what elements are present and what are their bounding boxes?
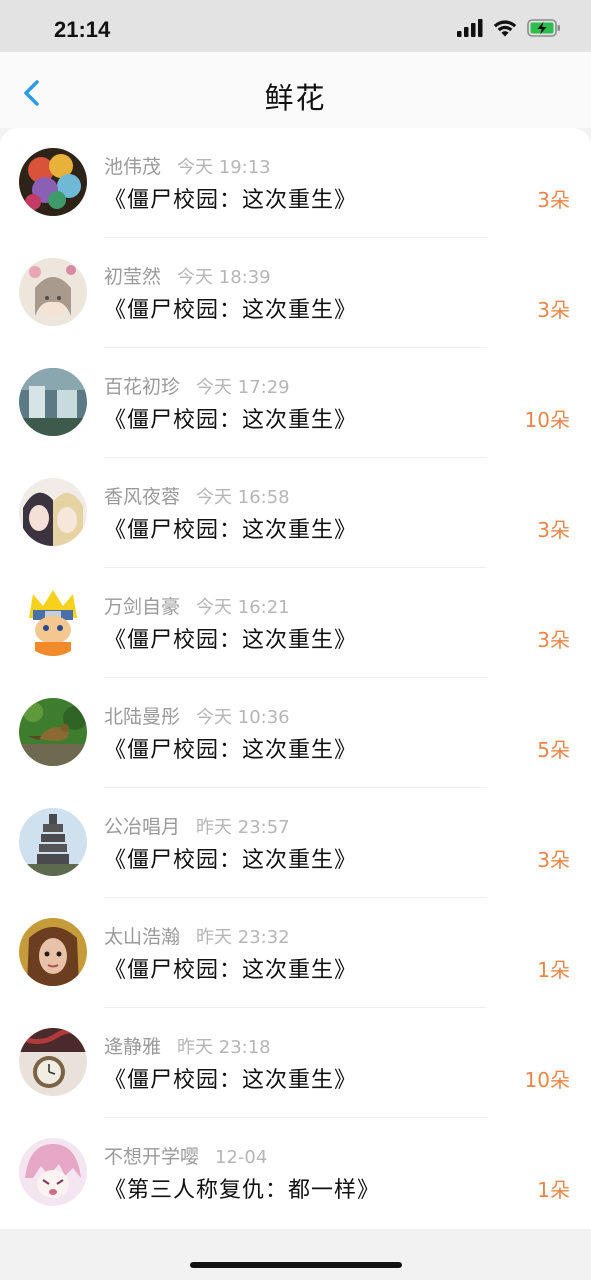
balloons-avatar[interactable] (19, 148, 87, 216)
list-item[interactable]: 不想开学嘤 12-04 《第三人称复仇：都一样》 1朵 (0, 1118, 591, 1228)
flower-count: 3朵 (537, 848, 570, 872)
list-item[interactable]: 逄静雅 昨天 23:18 《僵尸校园：这次重生》 10朵 (0, 1008, 591, 1118)
home-indicator[interactable] (190, 1262, 402, 1268)
list-item[interactable]: 太山浩瀚 昨天 23:32 《僵尸校园：这次重生》 1朵 (0, 898, 591, 1008)
pagoda-avatar[interactable] (19, 808, 87, 876)
waterfall-avatar[interactable] (19, 368, 87, 436)
ninja-cartoon-avatar[interactable] (19, 588, 87, 656)
user-name: 公冶唱月 (104, 816, 181, 838)
row-meta: 不想开学嘤 12-04 (104, 1142, 267, 1169)
timestamp: 今天 17:29 (196, 377, 290, 398)
book-title: 《僵尸校园：这次重生》 (104, 188, 358, 213)
pocket-watch-avatar[interactable] (19, 1028, 87, 1096)
book-title: 《僵尸校园：这次重生》 (104, 298, 358, 323)
crying-anime-avatar[interactable] (19, 1138, 87, 1206)
flower-count: 3朵 (537, 628, 570, 652)
row-meta: 池伟茂 今天 19:13 (104, 152, 271, 179)
book-title: 《僵尸校园：这次重生》 (104, 408, 358, 433)
user-name: 不想开学嘤 (104, 1146, 200, 1168)
timestamp: 今天 10:36 (196, 707, 290, 728)
status-time: 21:14 (54, 17, 111, 42)
row-meta: 太山浩瀚 昨天 23:32 (104, 922, 290, 949)
user-name: 逄静雅 (104, 1036, 162, 1058)
user-name: 初莹然 (104, 266, 162, 288)
status-bar: 21:14 (0, 0, 591, 52)
row-meta: 初莹然 今天 18:39 (104, 262, 271, 289)
row-meta: 逄静雅 昨天 23:18 (104, 1032, 271, 1059)
user-name: 万剑自豪 (104, 596, 181, 618)
list-item[interactable]: 香风夜蓉 今天 16:58 《僵尸校园：这次重生》 3朵 (0, 458, 591, 568)
user-name: 池伟茂 (104, 156, 162, 178)
flower-count: 5朵 (537, 738, 570, 762)
flower-count: 3朵 (537, 518, 570, 542)
flower-count: 10朵 (524, 1068, 570, 1092)
book-title: 《僵尸校园：这次重生》 (104, 518, 358, 543)
book-title: 《僵尸校园：这次重生》 (104, 848, 358, 873)
list-item[interactable]: 北陆曼彤 今天 10:36 《僵尸校园：这次重生》 5朵 (0, 678, 591, 788)
user-name: 百花初珍 (104, 376, 181, 398)
list-item[interactable]: 池伟茂 今天 19:13 《僵尸校园：这次重生》 3朵 (0, 128, 591, 238)
girl-photo-avatar[interactable] (19, 918, 87, 986)
flower-count: 10朵 (524, 408, 570, 432)
row-meta: 北陆曼彤 今天 10:36 (104, 702, 290, 729)
flower-count: 3朵 (537, 188, 570, 212)
timestamp: 今天 16:21 (196, 597, 290, 618)
book-title: 《僵尸校园：这次重生》 (104, 628, 358, 653)
flower-count: 1朵 (537, 1178, 570, 1202)
book-title: 《僵尸校园：这次重生》 (104, 738, 358, 763)
page-title: 鲜花 (264, 81, 327, 115)
timestamp: 今天 18:39 (177, 267, 271, 288)
row-meta: 公冶唱月 昨天 23:57 (104, 812, 290, 839)
timestamp: 12-04 (215, 1147, 268, 1168)
wifi-icon (493, 19, 517, 41)
list-item[interactable]: 百花初珍 今天 17:29 《僵尸校园：这次重生》 10朵 (0, 348, 591, 458)
row-meta: 万剑自豪 今天 16:21 (104, 592, 290, 619)
user-name: 北陆曼彤 (104, 706, 181, 728)
flower-list: 池伟茂 今天 19:13 《僵尸校园：这次重生》 3朵 初莹然 今天 18:39 《… (0, 128, 591, 1229)
user-name: 太山浩瀚 (104, 926, 181, 948)
row-meta: 香风夜蓉 今天 16:58 (104, 482, 290, 509)
anime-couple-avatar[interactable] (19, 478, 87, 546)
row-meta: 百花初珍 今天 17:29 (104, 372, 290, 399)
list-item[interactable]: 初莹然 今天 18:39 《僵尸校园：这次重生》 3朵 (0, 238, 591, 348)
timestamp: 今天 19:13 (177, 157, 271, 178)
bird-avatar[interactable] (19, 698, 87, 766)
timestamp: 昨天 23:32 (196, 927, 290, 948)
list-item[interactable]: 万剑自豪 今天 16:21 《僵尸校园：这次重生》 3朵 (0, 568, 591, 678)
book-title: 《僵尸校园：这次重生》 (104, 1068, 358, 1093)
status-icons (457, 18, 561, 42)
user-name: 香风夜蓉 (104, 486, 181, 508)
nav-header: 鲜花 (0, 52, 591, 128)
timestamp: 昨天 23:18 (177, 1037, 271, 1058)
list-item[interactable]: 公冶唱月 昨天 23:57 《僵尸校园：这次重生》 3朵 (0, 788, 591, 898)
timestamp: 昨天 23:57 (196, 817, 290, 838)
anime-girl-avatar[interactable] (19, 258, 87, 326)
signal-icon (457, 19, 483, 41)
battery-charging-icon (527, 19, 561, 41)
book-title: 《僵尸校园：这次重生》 (104, 958, 358, 983)
book-title: 《第三人称复仇：都一样》 (104, 1178, 381, 1203)
flower-count: 1朵 (537, 958, 570, 982)
timestamp: 今天 16:58 (196, 487, 290, 508)
flower-count: 3朵 (537, 298, 570, 322)
